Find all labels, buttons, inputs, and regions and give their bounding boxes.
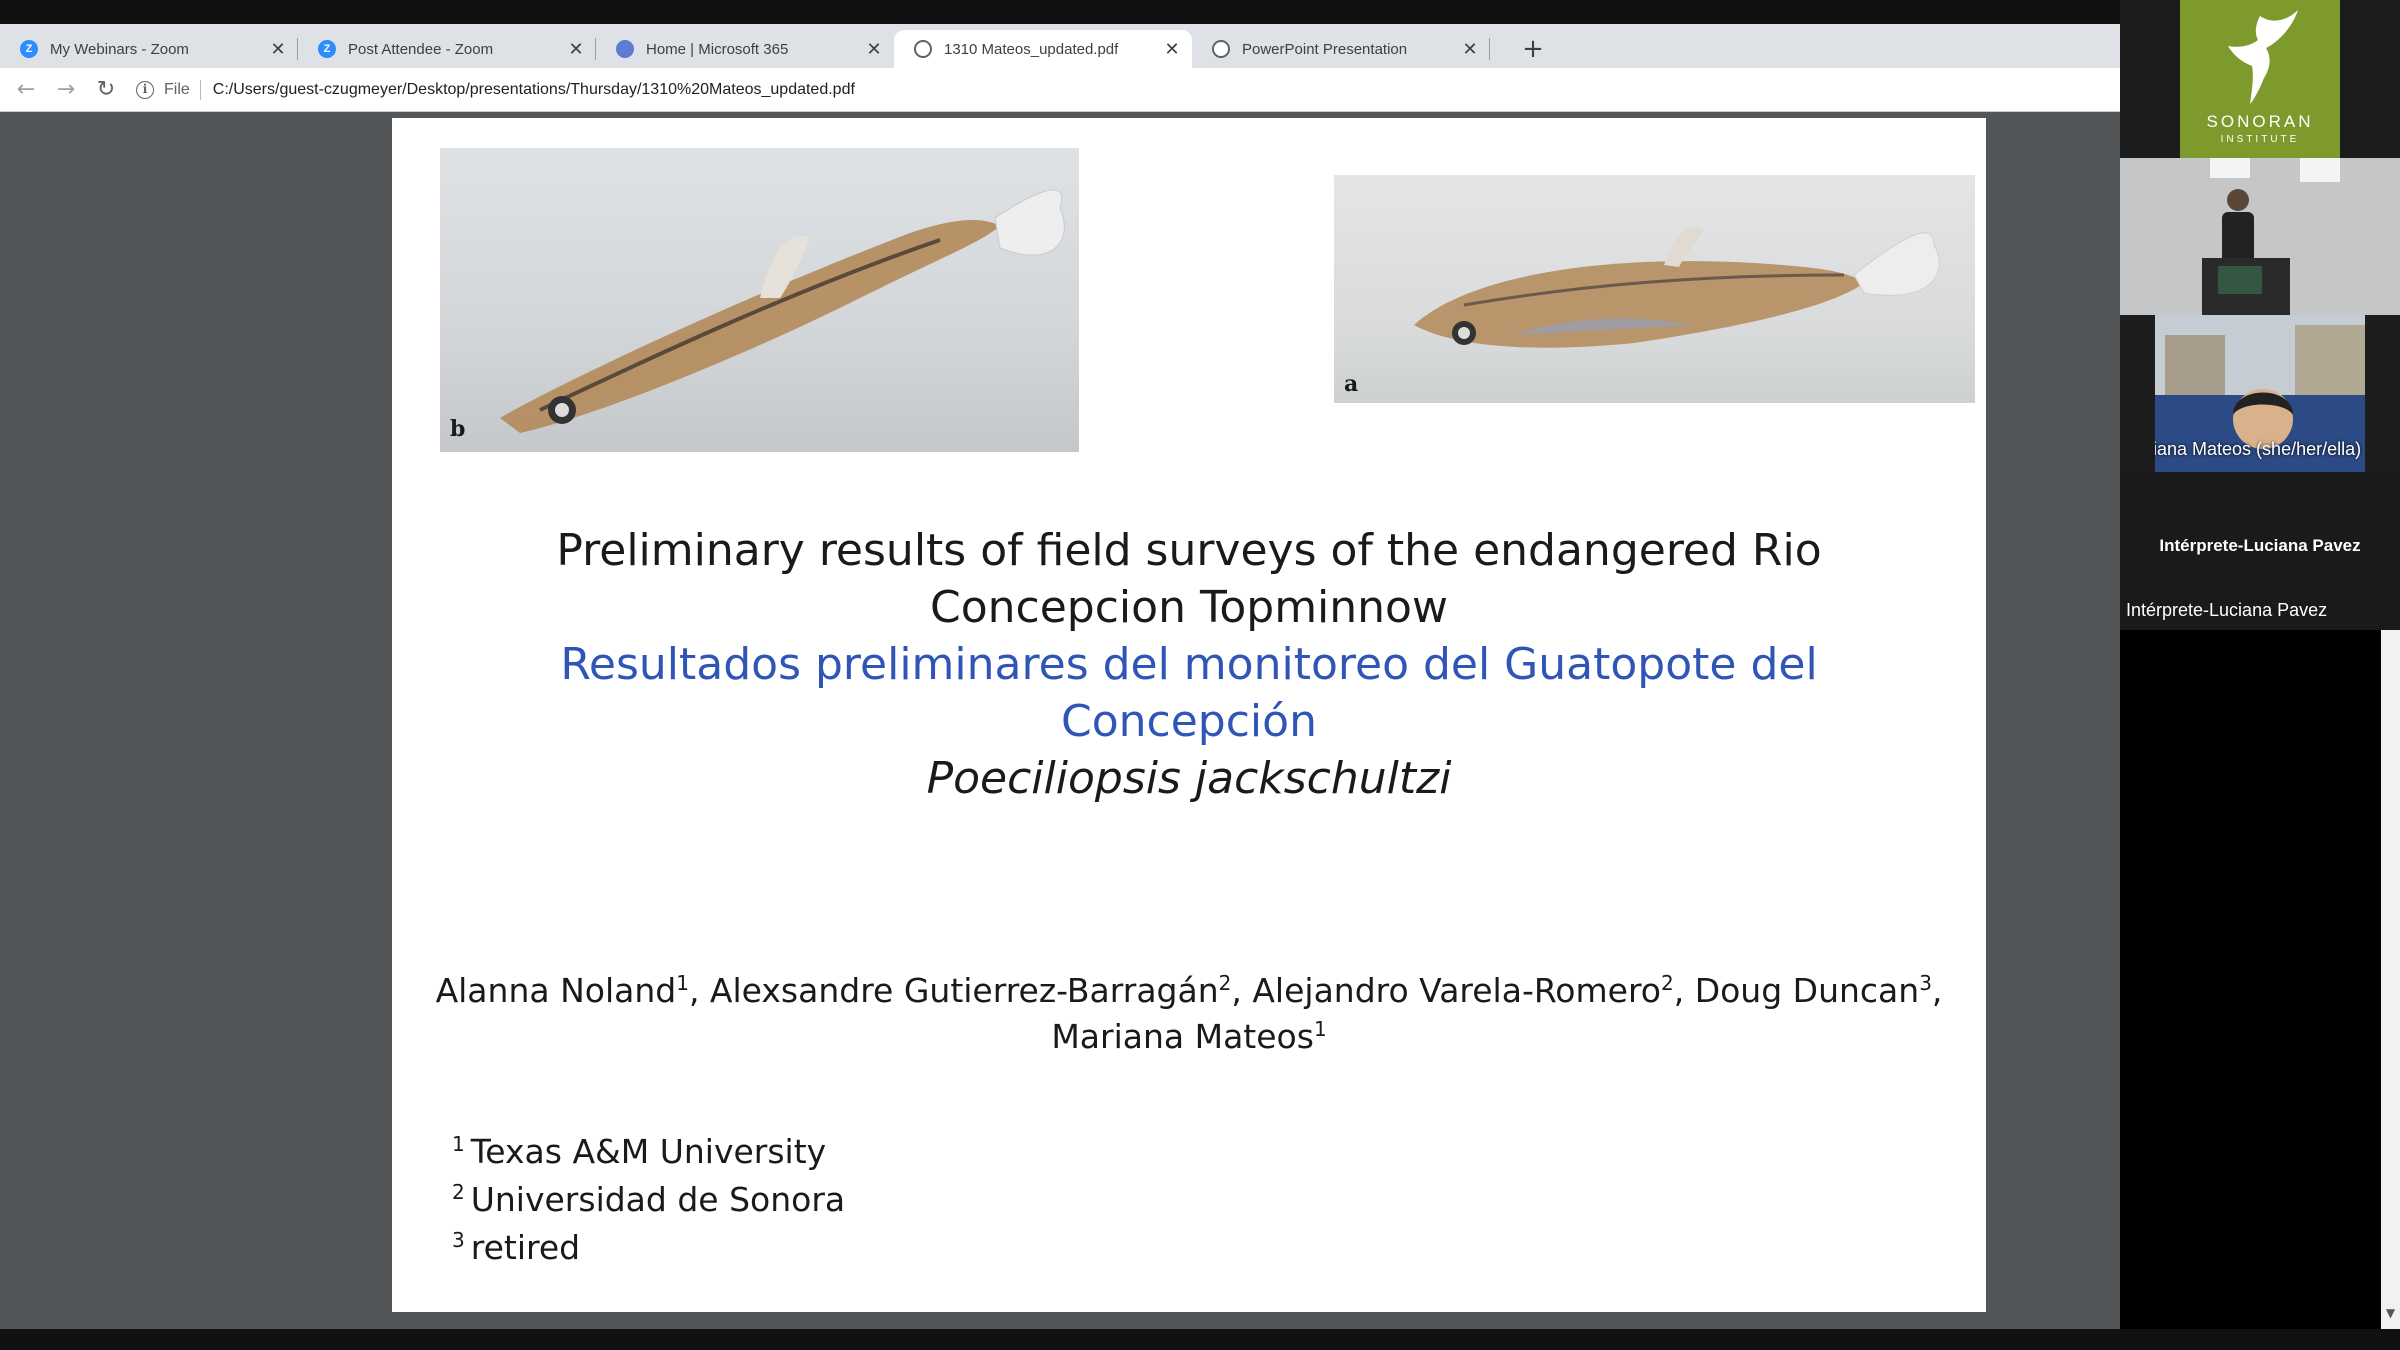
tab-title: Post Attendee - Zoom	[348, 40, 494, 58]
close-icon[interactable]: ✕	[1162, 39, 1182, 60]
fish-illustration-a	[1414, 226, 1940, 348]
logo-subtitle: INSTITUTE	[2220, 134, 2300, 145]
url-text[interactable]: C:/Users/guest-czugmeyer/Desktop/present…	[213, 81, 855, 99]
fish-illustration-b	[500, 189, 1065, 433]
author-name: Alejandro Varela-Romero	[1252, 971, 1661, 1010]
affiliation-name: Universidad de Sonora	[470, 1180, 846, 1219]
affiliation-list: 1 Texas A&M University 2 Universidad de So…	[452, 1128, 845, 1272]
author-list: Alanna Noland1, Alexsandre Gutierrez-Bar…	[432, 968, 1946, 1060]
slide-title: Preliminary results of field surveys of …	[392, 522, 1986, 807]
scroll-down-icon[interactable]: ▼	[2381, 1306, 2400, 1326]
close-icon[interactable]: ✕	[268, 39, 288, 60]
tab-title: PowerPoint Presentation	[1242, 40, 1408, 58]
tab-pdf[interactable]: 1310 Mateos_updated.pdf ✕	[894, 30, 1192, 68]
microsoft-365-icon	[616, 40, 634, 58]
affiliation-number: 2	[452, 1180, 465, 1204]
affiliation-number: 3	[452, 1228, 465, 1252]
participant-video-tile[interactable]: Mariana Mateos (she/her/ella)	[2155, 315, 2365, 472]
tab-powerpoint[interactable]: PowerPoint Presentation ✕	[1192, 30, 1490, 68]
zoom-icon: Z	[318, 40, 336, 58]
tab-my-webinars[interactable]: Z My Webinars - Zoom ✕	[0, 30, 298, 68]
affiliation-item: 3 retired	[452, 1224, 845, 1272]
speaker-at-podium	[2120, 158, 2400, 315]
author-separator: ,	[1673, 971, 1695, 1010]
author-name: Doug Duncan	[1694, 971, 1920, 1010]
affiliation-name: retired	[470, 1228, 581, 1267]
forward-button[interactable]: →	[46, 70, 86, 110]
photo-label-a: a	[1344, 371, 1359, 397]
title-es-line-2: Concepción	[1061, 696, 1317, 747]
pdf-page: b a Preliminary results of field surveys…	[392, 118, 1986, 1312]
affiliation-item: 1 Texas A&M University	[452, 1128, 845, 1176]
author-separator: ,	[688, 971, 710, 1010]
top-bar	[0, 0, 2400, 24]
new-tab-button[interactable]: +	[1518, 34, 1548, 64]
interpreter-name-tag: Intérprete-Luciana Pavez	[2126, 600, 2328, 620]
author-affiliation-mark: 3	[1919, 971, 1932, 995]
hummingbird-icon	[2228, 10, 2298, 104]
tab-separator	[1489, 38, 1490, 60]
interpreter-center-name: Intérprete-Luciana Pavez	[2159, 536, 2361, 555]
sonoran-institute-tile[interactable]: SONORAN INSTITUTE	[2180, 0, 2340, 158]
scrollbar[interactable]	[2381, 630, 2400, 1330]
fish-photo-a: a	[1334, 175, 1975, 403]
tab-strip: Z My Webinars - Zoom ✕ Z Post Attendee -…	[0, 24, 2120, 68]
reload-button[interactable]: ↻	[86, 70, 126, 110]
author-separator: ,	[1231, 971, 1253, 1010]
title-es-line-1: Resultados preliminares del monitoreo de…	[560, 639, 1818, 690]
affiliation-item: 2 Universidad de Sonora	[452, 1176, 845, 1224]
address-separator	[199, 79, 201, 100]
author-affiliation-mark: 2	[1660, 971, 1674, 995]
interpreter-tile[interactable]: Intérprete-Luciana Pavez Intérprete-Luci…	[2120, 472, 2400, 630]
affiliation-number: 1	[452, 1132, 465, 1156]
tab-title: My Webinars - Zoom	[50, 40, 189, 58]
title-en-line-1: Preliminary results of field surveys of …	[556, 525, 1822, 576]
globe-icon	[1212, 40, 1230, 58]
logo-name: SONORAN	[2206, 112, 2314, 131]
close-icon[interactable]: ✕	[566, 39, 586, 60]
author-name: Mariana Mateos	[1051, 1017, 1314, 1056]
bottom-bar	[0, 1329, 2400, 1350]
tab-microsoft-365[interactable]: Home | Microsoft 365 ✕	[596, 30, 894, 68]
author-name: Alexsandre Gutierrez-Barragán	[709, 971, 1219, 1010]
zoom-icon: Z	[20, 40, 38, 58]
title-en-line-2: Concepcion Topminnow	[930, 582, 1448, 633]
author-name: Alanna Noland	[435, 971, 677, 1010]
tab-post-attendee[interactable]: Z Post Attendee - Zoom ✕	[298, 30, 596, 68]
participant-panel: SONORAN INSTITUTE Mariana Mateos (she/he…	[2120, 0, 2400, 630]
author-affiliation-mark: 1	[1313, 1017, 1327, 1041]
author-separator: ,	[1931, 971, 1943, 1010]
address-bar[interactable]: i File C:/Users/guest-czugmeyer/Desktop/…	[136, 73, 855, 107]
tab-title: 1310 Mateos_updated.pdf	[944, 40, 1119, 58]
globe-icon	[914, 40, 932, 58]
tab-title: Home | Microsoft 365	[646, 40, 789, 58]
back-button[interactable]: ←	[6, 70, 46, 110]
author-affiliation-mark: 2	[1218, 971, 1232, 995]
affiliation-name: Texas A&M University	[470, 1132, 827, 1171]
speaker-video-tile[interactable]	[2120, 158, 2400, 315]
info-icon[interactable]: i	[136, 80, 154, 99]
close-icon[interactable]: ✕	[1460, 39, 1480, 60]
close-icon[interactable]: ✕	[864, 39, 884, 60]
browser-toolbar: ← → ↻ i File C:/Users/guest-czugmeyer/De…	[0, 68, 2120, 112]
photo-label-b: b	[450, 416, 466, 442]
participant-name: Mariana Mateos (she/her/ella)	[2155, 439, 2362, 459]
author-affiliation-mark: 1	[676, 971, 689, 995]
scheme-label: File	[164, 80, 190, 98]
species-name: Poeciliopsis jackschultzi	[926, 753, 1452, 804]
fish-photo-b: b	[440, 148, 1079, 452]
